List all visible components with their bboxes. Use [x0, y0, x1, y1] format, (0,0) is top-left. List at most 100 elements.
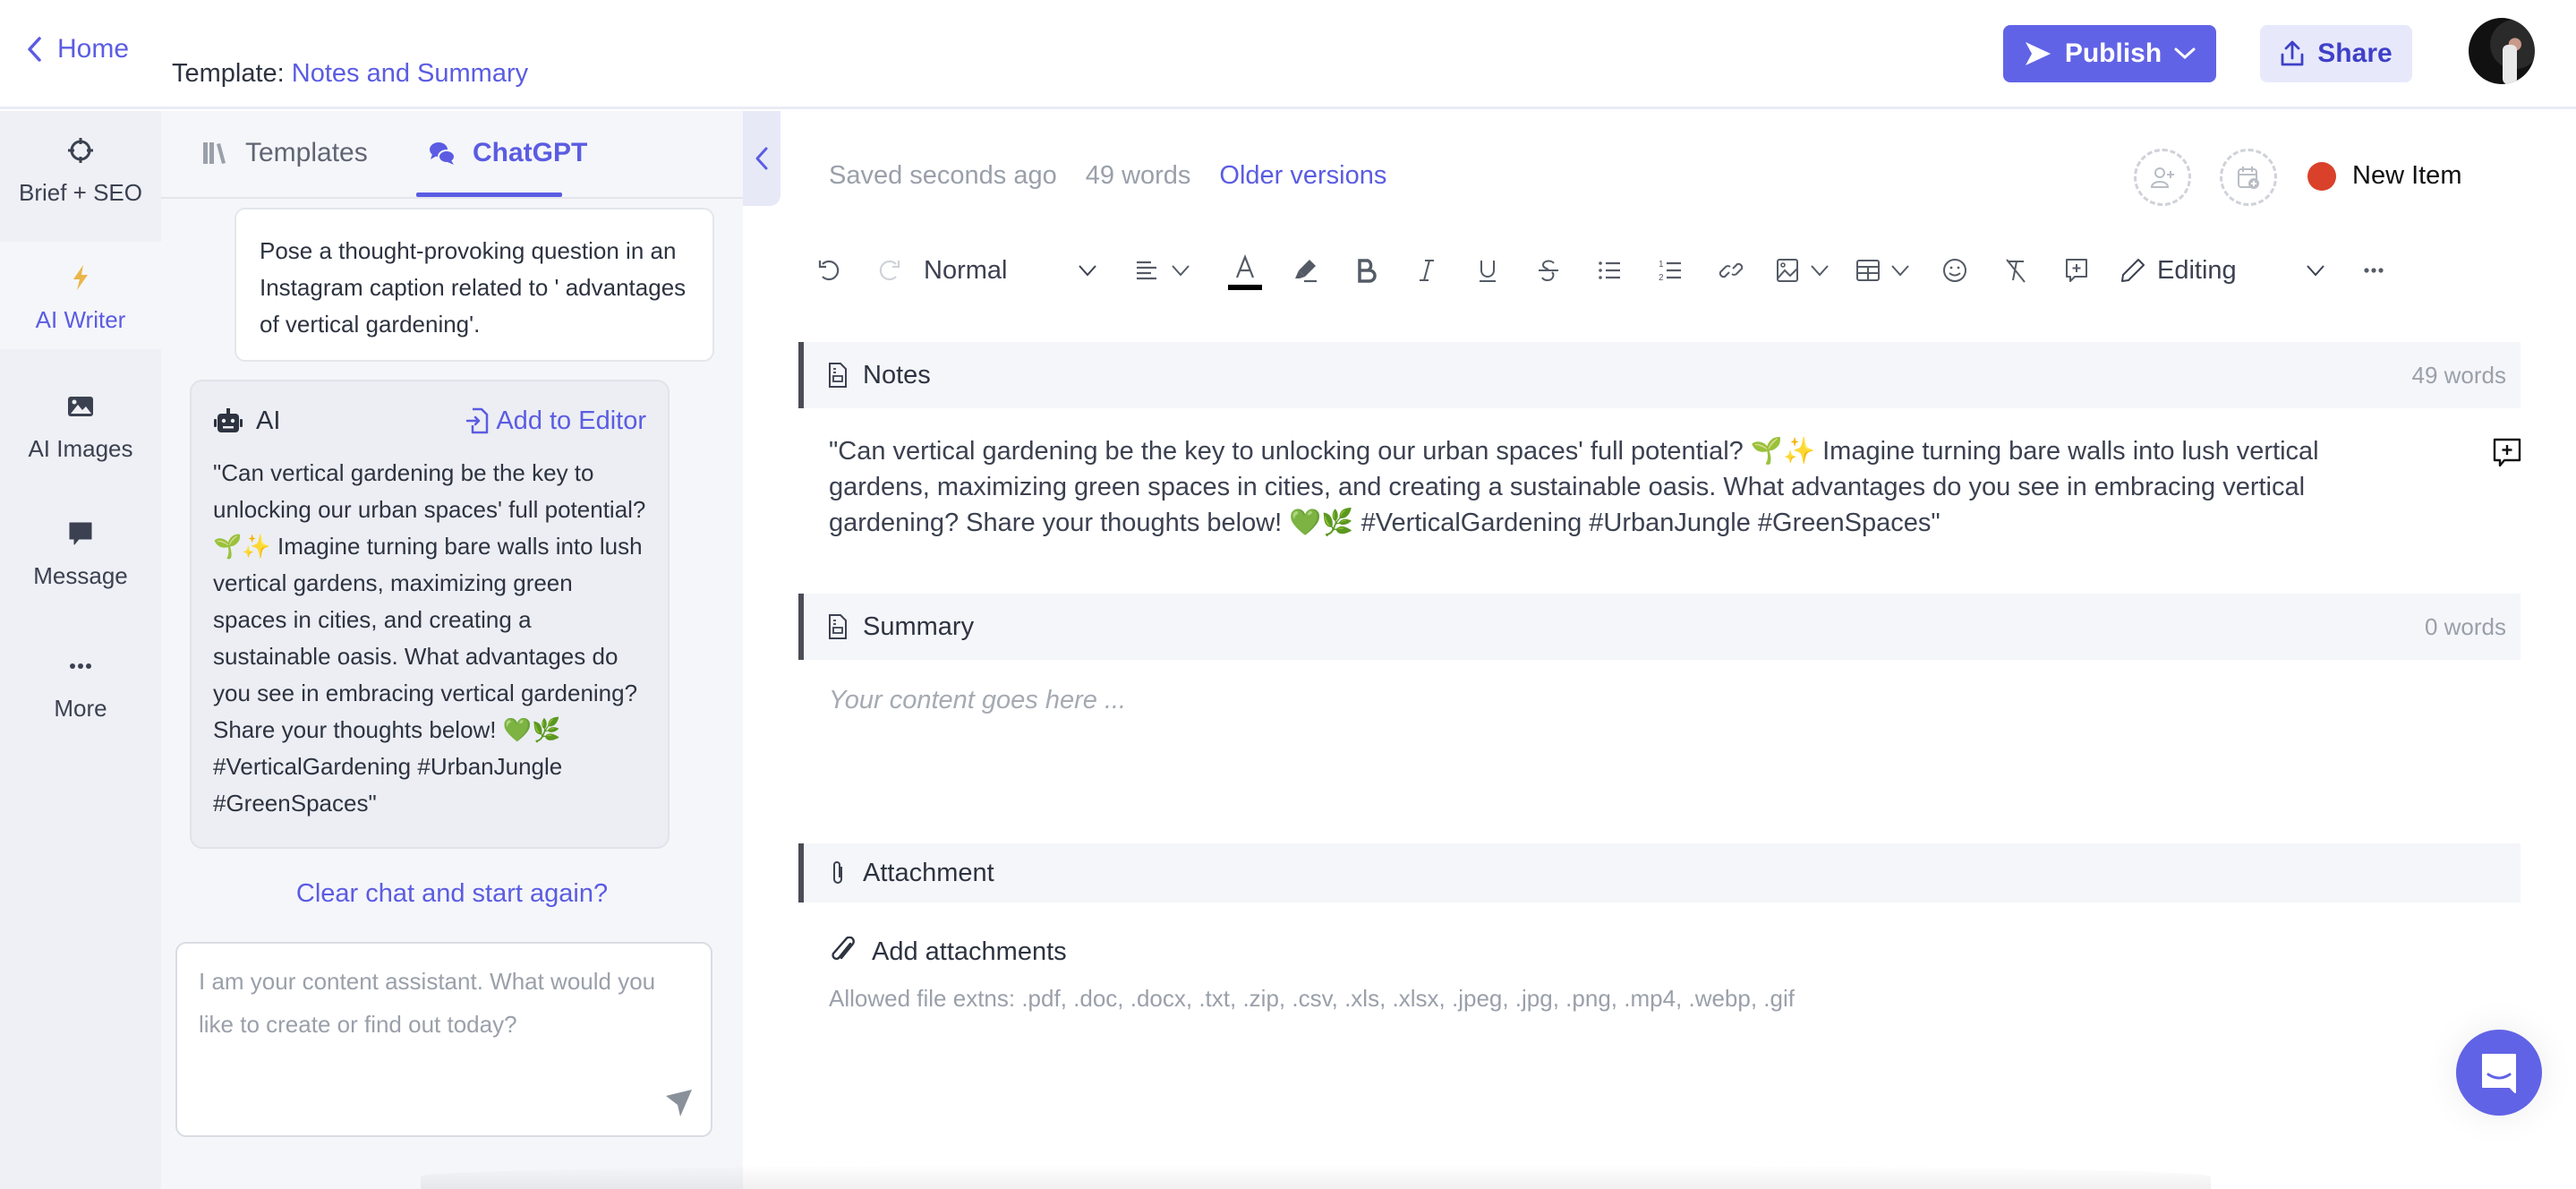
home-link[interactable]: Home	[25, 34, 129, 64]
chevron-down-icon	[1079, 265, 1096, 277]
redo-icon	[879, 260, 900, 281]
table-icon	[1856, 260, 1880, 281]
rail-item-ai-images[interactable]: AI Images	[0, 371, 161, 487]
left-nav-rail: Brief + SEO AI Writer AI Images Message …	[0, 111, 161, 1189]
collapse-panel-button[interactable]	[743, 111, 780, 206]
paragraph-style-select[interactable]: Normal	[924, 247, 1103, 294]
highlight-button[interactable]	[1287, 247, 1323, 294]
document-meta: Saved seconds ago 49 words Older version…	[829, 161, 1386, 191]
section-header-notes: Notes 49 words	[798, 342, 2521, 408]
comment-add-icon	[2066, 259, 2087, 282]
assign-user-button[interactable]	[2134, 149, 2191, 206]
template-name[interactable]: Notes and Summary	[292, 59, 528, 88]
chat-tabs: Templates ChatGPT	[161, 111, 743, 199]
chat-panel: Templates ChatGPT Pose a thought-provoki…	[161, 111, 743, 1189]
tab-label: Templates	[245, 138, 368, 167]
style-value: Normal	[924, 255, 1008, 285]
publish-label: Publish	[2064, 38, 2162, 68]
item-status[interactable]: New Item	[2307, 161, 2461, 191]
add-comment-button[interactable]	[2059, 247, 2094, 294]
chevron-down-icon	[1172, 265, 1190, 277]
add-to-editor-button[interactable]: Add to Editor	[465, 406, 646, 436]
section-header-summary: Summary 0 words	[798, 594, 2521, 660]
emoji-button[interactable]	[1937, 247, 1973, 294]
tab-chatgpt[interactable]: ChatGPT	[428, 138, 587, 168]
numbered-list-button[interactable]: 12	[1652, 247, 1688, 294]
italic-icon	[1420, 260, 1434, 281]
chat-support-icon	[2482, 1054, 2516, 1093]
clear-format-button[interactable]	[1998, 247, 2034, 294]
upload-icon	[2281, 40, 2304, 66]
older-versions-link[interactable]: Older versions	[1219, 161, 1386, 191]
rail-item-more[interactable]: More	[0, 630, 161, 747]
template-label: Template: Notes and Summary	[172, 59, 528, 89]
image-insert-select[interactable]	[1774, 247, 1830, 294]
rail-label: Brief + SEO	[19, 179, 142, 206]
strikethrough-icon	[1539, 260, 1558, 282]
italic-button[interactable]	[1409, 247, 1445, 294]
rail-label: AI Writer	[35, 306, 126, 333]
font-color-button[interactable]	[1226, 247, 1264, 294]
chevron-left-icon	[755, 147, 768, 170]
support-chat-button[interactable]	[2456, 1030, 2542, 1116]
smiley-icon	[1943, 259, 1966, 282]
section-header-attachment: Attachment	[798, 843, 2521, 902]
more-icon	[70, 663, 91, 669]
schedule-button[interactable]	[2220, 149, 2277, 206]
send-message-icon[interactable]	[662, 1087, 695, 1119]
bold-button[interactable]	[1348, 247, 1384, 294]
bullet-list-icon	[1599, 261, 1620, 279]
rail-item-brief-seo[interactable]: Brief + SEO	[0, 111, 161, 242]
more-icon	[2364, 268, 2384, 273]
publish-button[interactable]: Publish	[2003, 25, 2216, 82]
section-word-count: 0 words	[2424, 612, 2506, 640]
clear-chat-link[interactable]: Clear chat and start again?	[161, 879, 743, 909]
comment-add-icon[interactable]	[2492, 437, 2522, 469]
editor-toolbar: Normal 12 Editing	[811, 247, 2392, 294]
rail-item-ai-writer[interactable]: AI Writer	[0, 242, 161, 349]
add-attachments-button[interactable]: Add attachments	[829, 937, 1067, 967]
font-color-icon	[1235, 254, 1255, 278]
mode-select[interactable]: Editing	[2120, 247, 2325, 294]
font-color-swatch	[1228, 285, 1262, 290]
add-attachments-label: Add attachments	[872, 937, 1067, 966]
robot-icon	[214, 408, 243, 432]
align-icon	[1137, 261, 1156, 280]
table-insert-select[interactable]	[1855, 247, 1910, 294]
image-icon	[68, 397, 93, 416]
underline-button[interactable]	[1470, 247, 1506, 294]
document-icon	[829, 614, 847, 639]
section-word-count: 49 words	[2411, 361, 2507, 389]
word-count: 49 words	[1085, 161, 1191, 190]
share-button[interactable]: Share	[2260, 25, 2412, 82]
undo-button[interactable]	[811, 247, 847, 294]
chat-input[interactable]	[199, 960, 689, 1094]
crosshair-icon	[68, 138, 93, 163]
link-button[interactable]	[1713, 247, 1749, 294]
tab-templates[interactable]: Templates	[200, 138, 368, 168]
chevron-down-icon	[2174, 47, 2196, 60]
calendar-add-icon	[2238, 167, 2259, 189]
more-options-button[interactable]	[2356, 247, 2392, 294]
lightning-icon	[73, 265, 88, 290]
bullet-list-button[interactable]	[1591, 247, 1627, 294]
summary-content[interactable]: Your content goes here ...	[829, 686, 1126, 715]
template-prefix: Template:	[172, 59, 285, 88]
saved-status: Saved seconds ago	[829, 161, 1057, 190]
add-to-editor-label: Add to Editor	[496, 406, 646, 435]
rail-item-message[interactable]: Message	[0, 498, 161, 614]
file-import-icon	[466, 407, 489, 434]
chevron-down-icon	[1811, 265, 1829, 277]
status-dot	[2307, 161, 2336, 191]
highlighter-icon	[1295, 260, 1317, 283]
image-icon	[1777, 259, 1798, 282]
section-title: Attachment	[863, 858, 994, 887]
align-select[interactable]	[1133, 247, 1190, 294]
redo-button[interactable]	[872, 247, 908, 294]
message-icon	[69, 522, 92, 545]
notes-content[interactable]: "Can vertical gardening be the key to un…	[829, 433, 2422, 541]
strikethrough-button[interactable]	[1531, 247, 1566, 294]
rail-label: More	[54, 695, 107, 722]
ai-response-card: AI Add to Editor "Can vertical gardening…	[190, 380, 670, 849]
user-avatar[interactable]	[2469, 18, 2535, 84]
